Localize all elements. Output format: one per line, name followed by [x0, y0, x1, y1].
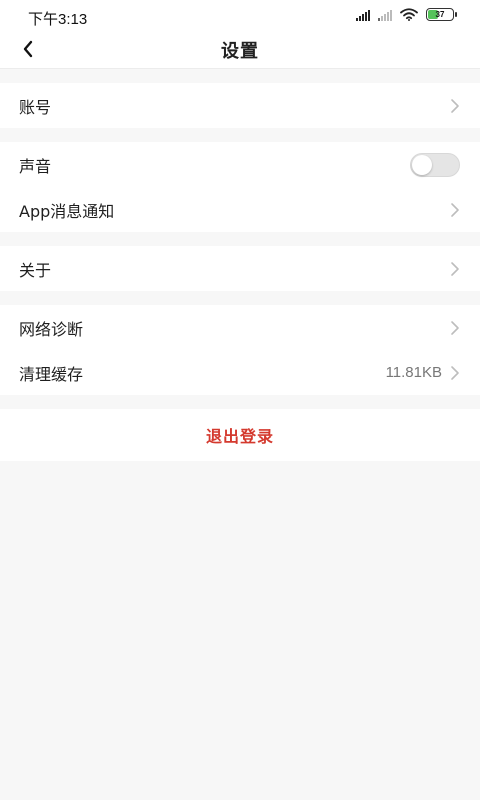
- settings-group-notifications: 声音 App消息通知: [0, 142, 480, 232]
- battery-level: 37: [435, 10, 445, 19]
- signal-icon: [356, 9, 370, 21]
- header-bar: 设置: [0, 32, 480, 69]
- settings-item-sound: 声音: [0, 142, 480, 187]
- cache-size: 11.81KB: [385, 364, 442, 381]
- chevron-right-icon: [451, 98, 459, 113]
- settings-item-label: 账号: [19, 97, 52, 117]
- chevron-right-icon: [451, 320, 459, 335]
- settings-item-label: 关于: [19, 260, 52, 280]
- chevron-right-icon: [451, 202, 459, 217]
- status-time: 下午3:13: [28, 11, 88, 28]
- chevron-right-icon: [451, 365, 459, 380]
- settings-item-app-notifications[interactable]: App消息通知: [0, 187, 480, 232]
- logout-button[interactable]: 退出登录: [0, 409, 480, 461]
- settings-item-about[interactable]: 关于: [0, 246, 480, 291]
- chevron-right-icon: [451, 261, 459, 276]
- page-title: 设置: [221, 41, 259, 62]
- signal-weak-icon: [378, 9, 392, 21]
- settings-group-about: 关于: [0, 246, 480, 291]
- settings-group-tools: 网络诊断 清理缓存 11.81KB: [0, 305, 480, 395]
- wifi-icon: [400, 8, 418, 21]
- settings-item-label: 声音: [19, 156, 52, 176]
- toggle-knob: [412, 154, 432, 175]
- sound-toggle[interactable]: [410, 152, 460, 177]
- settings-item-label: App消息通知: [19, 201, 115, 221]
- settings-item-account[interactable]: 账号: [0, 83, 480, 128]
- settings-item-network-diagnosis[interactable]: 网络诊断: [0, 305, 480, 350]
- status-bar: 下午3:13 37: [0, 0, 480, 32]
- status-icons: 37: [356, 8, 457, 21]
- battery-icon: 37: [426, 8, 457, 21]
- settings-item-label: 网络诊断: [19, 319, 84, 339]
- settings-group-account: 账号: [0, 83, 480, 128]
- settings-item-clear-cache[interactable]: 清理缓存 11.81KB: [0, 350, 480, 395]
- settings-item-label: 清理缓存: [19, 364, 84, 384]
